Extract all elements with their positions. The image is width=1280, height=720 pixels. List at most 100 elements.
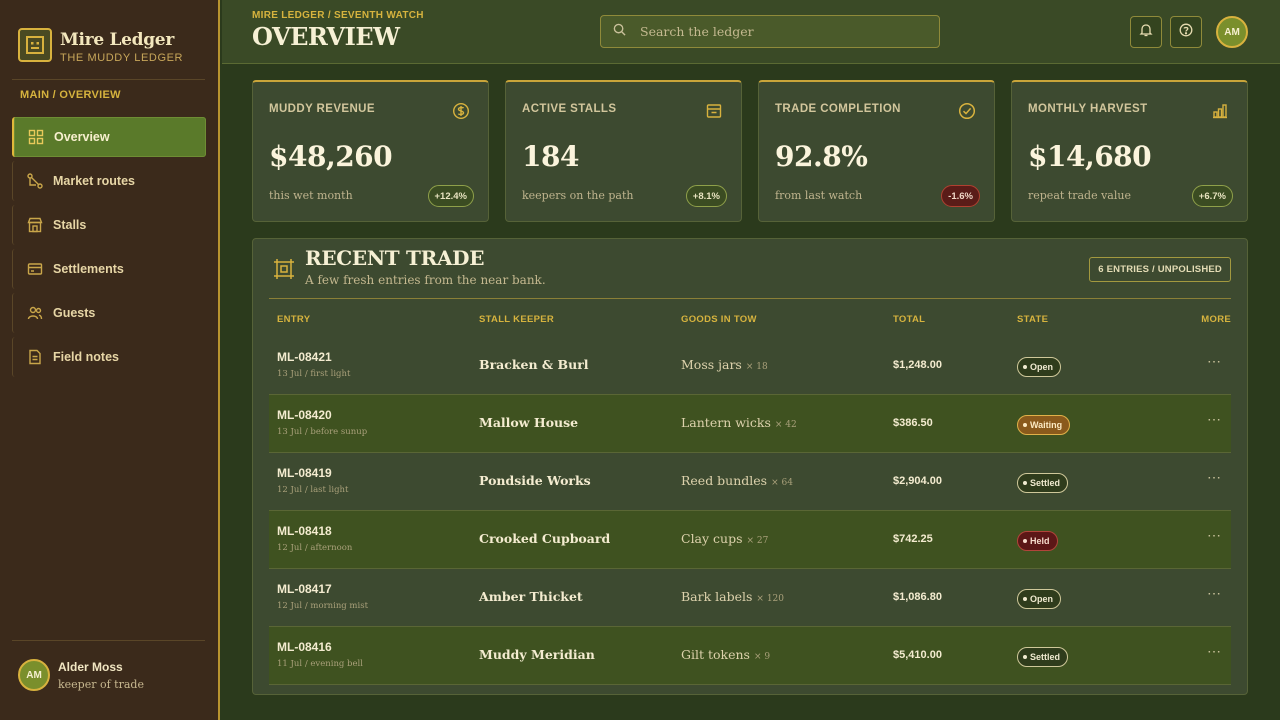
sidebar-item-overview[interactable]: Overview <box>12 117 206 157</box>
page-title: OVERVIEW <box>252 22 400 51</box>
sidebar-item-label: Field notes <box>53 350 119 364</box>
stat-label: MUDDY REVENUE <box>269 103 375 115</box>
search-icon <box>613 23 626 41</box>
total-amount: $386.50 <box>893 417 933 429</box>
more-menu-icon[interactable]: ⋯ <box>1207 353 1222 370</box>
goods-qty: × 18 <box>745 362 768 372</box>
avatar: AM <box>18 659 50 691</box>
table-row[interactable]: ML-08421 13 Jul / first light Bracken & B… <box>269 337 1231 395</box>
header-avatar[interactable]: AM <box>1216 16 1248 48</box>
sidebar: Mire Ledger THE MUDDY LEDGER MAIN / OVER… <box>0 0 220 720</box>
stall-keeper: Pondside Works <box>479 473 591 488</box>
more-menu-icon[interactable]: ⋯ <box>1207 527 1222 544</box>
search-bar <box>600 15 940 48</box>
stat-label: ACTIVE STALLS <box>522 103 617 115</box>
stat-delta-badge: -1.6% <box>941 185 980 207</box>
entry-time: 12 Jul / afternoon <box>277 543 353 553</box>
user-role: keeper of trade <box>58 677 144 691</box>
entry-id: ML-08417 <box>277 582 332 596</box>
stall-keeper: Amber Thicket <box>479 589 583 604</box>
goods-qty: × 27 <box>746 536 769 546</box>
more-menu-icon[interactable]: ⋯ <box>1207 469 1222 486</box>
status-badge: Open <box>1017 357 1062 377</box>
entry-id: ML-08416 <box>277 640 332 654</box>
table-row[interactable]: ML-08416 11 Jul / evening bell Muddy Meri… <box>269 627 1231 685</box>
search-input[interactable] <box>640 24 920 39</box>
status-badge: Held <box>1017 531 1058 551</box>
stat-delta-badge: +12.4% <box>427 185 474 207</box>
total-amount: $5,410.00 <box>893 649 942 661</box>
ledger-frame-icon <box>273 258 295 280</box>
stat-value: $14,680 <box>1028 140 1152 173</box>
sidebar-item-label: Guests <box>53 306 96 320</box>
sidebar-item-field-notes[interactable]: Field notes <box>12 337 206 377</box>
stat-card-revenue: MUDDY REVENUE $48,260 this wet month +12… <box>252 80 489 222</box>
table-row[interactable]: ML-08419 12 Jul / last light Pondside Wor… <box>269 453 1231 511</box>
section-subtitle: A few fresh entries from the near bank. <box>305 273 546 287</box>
status-label: Settled <box>1030 478 1061 488</box>
stall-keeper: Muddy Meridian <box>479 647 595 662</box>
stall-icon <box>27 217 43 233</box>
status-label: Open <box>1030 362 1054 372</box>
guests-icon <box>27 305 43 321</box>
table-row[interactable]: ML-08420 13 Jul / before sunup Mallow Hou… <box>269 395 1231 453</box>
sidebar-item-settlements[interactable]: Settlements <box>12 249 206 289</box>
entry-time: 11 Jul / evening bell <box>277 659 363 669</box>
status-label: Settled <box>1030 652 1061 662</box>
goods-name: Bark labels <box>681 589 753 604</box>
goods-qty: × 64 <box>771 478 793 488</box>
recent-trade-panel: RECENT TRADE A few fresh entries from th… <box>252 238 1248 695</box>
more-menu-icon[interactable]: ⋯ <box>1207 585 1222 602</box>
user-name: Alder Moss <box>58 659 123 674</box>
sidebar-item-label: Market routes <box>53 174 135 188</box>
entry-time: 13 Jul / first light <box>277 369 351 379</box>
stat-note: repeat trade value <box>1028 189 1131 202</box>
help-button[interactable] <box>1170 16 1202 48</box>
entry-time: 12 Jul / last light <box>277 485 349 495</box>
notifications-button[interactable] <box>1130 16 1162 48</box>
goods-name: Clay cups <box>681 531 743 546</box>
column-header-total: TOTAL <box>893 314 926 325</box>
goods-name: Reed bundles <box>681 473 768 488</box>
status-label: Waiting <box>1030 420 1063 430</box>
entries-badge: 6 ENTRIES / UNPOLISHED <box>1089 257 1231 282</box>
sidebar-item-label: Stalls <box>53 218 87 232</box>
route-icon <box>27 173 43 189</box>
stat-delta-badge: +8.1% <box>685 185 727 207</box>
total-amount: $1,086.80 <box>893 591 942 603</box>
help-icon <box>1179 23 1193 42</box>
sidebar-item-label: Settlements <box>53 262 124 276</box>
table-row[interactable]: ML-08418 12 Jul / afternoon Crooked Cupbo… <box>269 511 1231 569</box>
sidebar-item-label: Overview <box>54 130 110 144</box>
sidebar-nav: Overview Market routes Stalls Settlement… <box>12 117 206 381</box>
stat-label: MONTHLY HARVEST <box>1028 103 1148 115</box>
dollar-icon <box>452 102 470 120</box>
entry-time: 12 Jul / morning mist <box>277 601 368 611</box>
stat-delta-badge: +6.7% <box>1191 185 1233 207</box>
status-badge: Open <box>1017 589 1062 609</box>
sidebar-item-guests[interactable]: Guests <box>12 293 206 333</box>
status-badge: Settled <box>1017 647 1069 667</box>
sidebar-item-market-routes[interactable]: Market routes <box>12 161 206 201</box>
column-header-goods: GOODS IN TOW <box>681 314 757 325</box>
more-menu-icon[interactable]: ⋯ <box>1207 643 1222 660</box>
status-badge: Waiting <box>1017 415 1071 435</box>
entry-id: ML-08419 <box>277 466 332 480</box>
brand-subtitle: THE MUDDY LEDGER <box>60 52 184 64</box>
bar-chart-icon <box>1211 102 1229 120</box>
more-menu-icon[interactable]: ⋯ <box>1207 411 1222 428</box>
table-row[interactable]: ML-08417 12 Jul / morning mist Amber Thic… <box>269 569 1231 627</box>
goods-name: Moss jars <box>681 357 742 372</box>
entry-id: ML-08420 <box>277 408 332 422</box>
bell-icon <box>1139 23 1153 42</box>
breadcrumb: MIRE LEDGER / SEVENTH WATCH <box>252 10 424 21</box>
stat-note: keepers on the path <box>522 189 634 202</box>
user-profile[interactable]: AM Alder Moss keeper of trade <box>18 659 144 691</box>
goods-qty: × 9 <box>753 652 771 662</box>
sidebar-item-stalls[interactable]: Stalls <box>12 205 206 245</box>
brand[interactable]: Mire Ledger THE MUDDY LEDGER <box>18 28 183 64</box>
stat-label: TRADE COMPLETION <box>775 103 901 115</box>
status-badge: Settled <box>1017 473 1069 493</box>
goods-name: Lantern wicks <box>681 415 771 430</box>
check-circle-icon <box>958 102 976 120</box>
